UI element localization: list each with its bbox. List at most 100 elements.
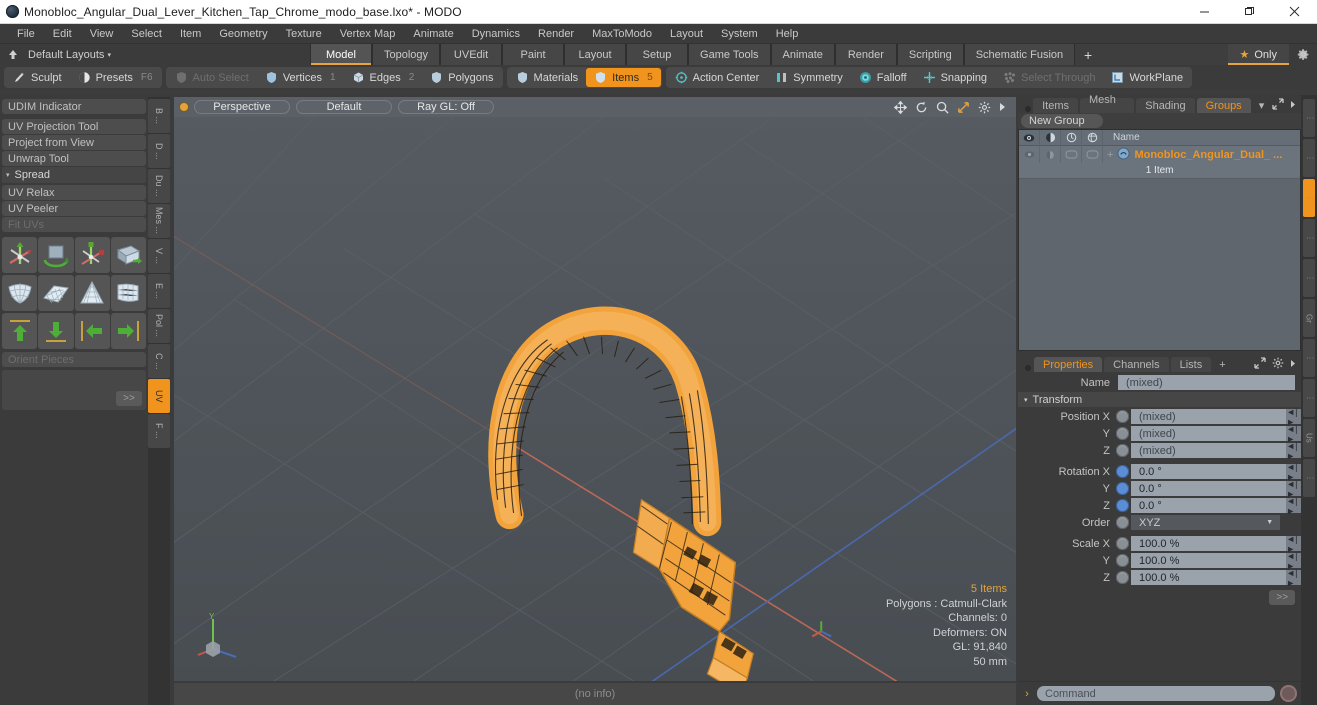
row-wire-toggle[interactable] bbox=[1082, 146, 1103, 163]
new-group-button[interactable]: New Group bbox=[1021, 114, 1103, 128]
sculpt-button[interactable]: Sculpt bbox=[5, 68, 70, 87]
fit-icon[interactable] bbox=[957, 101, 970, 114]
tool-orient-pieces[interactable]: Orient Pieces bbox=[2, 352, 146, 367]
scale-y-field[interactable]: 100.0 % bbox=[1131, 553, 1287, 568]
position-z-radio[interactable] bbox=[1116, 444, 1129, 457]
rotation-z-radio[interactable] bbox=[1116, 499, 1129, 512]
uv-scale-icon[interactable] bbox=[74, 237, 110, 273]
layout-settings-gear-icon[interactable] bbox=[1289, 44, 1317, 65]
tool-unwrap-tool[interactable]: Unwrap Tool bbox=[2, 151, 146, 166]
rotation-x-field[interactable]: 0.0 ° bbox=[1131, 464, 1287, 479]
properties-gear-icon[interactable] bbox=[1272, 357, 1284, 372]
tab-channels[interactable]: Channels bbox=[1104, 357, 1169, 372]
snapping-button[interactable]: Snapping bbox=[915, 68, 996, 87]
layout-selector[interactable]: Default Layouts ▾ bbox=[0, 44, 310, 65]
rotation-x-stepper[interactable]: ◄|► bbox=[1286, 462, 1302, 482]
group-spread[interactable]: ▾ Spread bbox=[2, 167, 146, 183]
uv-right-icon[interactable] bbox=[110, 313, 146, 349]
scale-z-field[interactable]: 100.0 % bbox=[1131, 570, 1287, 585]
vtab-mesh[interactable]: Mes ... bbox=[148, 204, 170, 238]
chevron-right-icon[interactable] bbox=[999, 102, 1007, 112]
viewport-style-button[interactable]: Default bbox=[296, 100, 392, 114]
scale-z-radio[interactable] bbox=[1116, 571, 1129, 584]
uv-quad-icon[interactable] bbox=[110, 275, 146, 311]
menu-item-system[interactable]: System bbox=[712, 24, 767, 44]
add-layout-button[interactable]: + bbox=[1075, 44, 1102, 65]
rotation-z-stepper[interactable]: ◄|► bbox=[1286, 496, 1302, 516]
wire-icon[interactable] bbox=[1082, 129, 1103, 146]
viewport-raygl-button[interactable]: Ray GL: Off bbox=[398, 100, 494, 114]
rotation-y-radio[interactable] bbox=[1116, 482, 1129, 495]
panel-chevron-right-icon[interactable] bbox=[1290, 100, 1297, 112]
action-center-button[interactable]: Action Center bbox=[667, 68, 768, 87]
menu-item-file[interactable]: File bbox=[8, 24, 44, 44]
rotation-y-field[interactable]: 0.0 ° bbox=[1131, 481, 1287, 496]
row-eye-icon[interactable] bbox=[1019, 146, 1040, 163]
tool-uv-relax[interactable]: UV Relax bbox=[2, 185, 146, 200]
name-field[interactable]: (mixed) bbox=[1118, 375, 1296, 390]
menu-item-layout[interactable]: Layout bbox=[661, 24, 712, 44]
layout-tab-render[interactable]: Render bbox=[834, 44, 897, 65]
item-list-empty-area[interactable] bbox=[1019, 178, 1301, 350]
layout-tab-model[interactable]: Model bbox=[310, 44, 372, 65]
tool-project-from-view[interactable]: Project from View bbox=[2, 135, 146, 150]
auto-select-button[interactable]: Auto Select bbox=[167, 68, 257, 87]
uv-up-icon[interactable] bbox=[2, 313, 38, 349]
vtab-command[interactable]: C ... bbox=[148, 344, 170, 378]
record-icon[interactable] bbox=[1280, 685, 1298, 702]
tabs-overflow-caret-icon[interactable]: ▾ bbox=[1253, 98, 1271, 113]
vtab-duplicate-b[interactable]: Du ... bbox=[148, 169, 170, 203]
rp-vtab-5[interactable]: ⋮ bbox=[1303, 259, 1316, 297]
tab-properties[interactable]: Properties bbox=[1034, 357, 1103, 372]
menu-item-item[interactable]: Item bbox=[171, 24, 210, 44]
menu-item-help[interactable]: Help bbox=[767, 24, 808, 44]
rp-vtab-3-active[interactable]: ⋮ bbox=[1303, 179, 1316, 217]
uv-grid-icon[interactable] bbox=[38, 275, 74, 311]
uv-left-icon[interactable] bbox=[74, 313, 110, 349]
rotation-x-radio[interactable] bbox=[1116, 465, 1129, 478]
rp-vtab-groups[interactable]: Gr bbox=[1303, 299, 1316, 337]
menu-item-vertex-map[interactable]: Vertex Map bbox=[331, 24, 405, 44]
position-x-radio[interactable] bbox=[1116, 410, 1129, 423]
position-z-field[interactable]: (mixed) bbox=[1131, 443, 1287, 458]
table-row[interactable]: + Monobloc_Angular_Dual_ ... bbox=[1019, 146, 1301, 163]
menu-item-render[interactable]: Render bbox=[529, 24, 583, 44]
uv-cone-icon[interactable] bbox=[74, 275, 110, 311]
order-dropdown[interactable]: XYZ ▼ bbox=[1131, 515, 1281, 530]
properties-menu-dot-icon[interactable] bbox=[1022, 364, 1034, 372]
position-x-field[interactable]: (mixed) bbox=[1131, 409, 1287, 424]
row-lock-toggle[interactable] bbox=[1061, 146, 1082, 163]
command-input[interactable]: Command bbox=[1037, 686, 1276, 701]
uv-fit-icon[interactable] bbox=[2, 275, 38, 311]
render-icon[interactable] bbox=[1040, 129, 1061, 146]
vtab-vertex[interactable]: V ... bbox=[148, 239, 170, 273]
symmetry-button[interactable]: Symmetry bbox=[767, 68, 851, 87]
close-icon[interactable] bbox=[1272, 0, 1317, 24]
position-y-field[interactable]: (mixed) bbox=[1131, 426, 1287, 441]
row-render-icon[interactable] bbox=[1040, 146, 1061, 163]
menu-item-texture[interactable]: Texture bbox=[277, 24, 331, 44]
properties-expand-icon[interactable] bbox=[1254, 357, 1266, 372]
vtab-polygon[interactable]: Pol ... bbox=[148, 309, 170, 343]
panel-menu-dot-icon[interactable] bbox=[1022, 105, 1033, 113]
scale-x-stepper[interactable]: ◄|► bbox=[1286, 534, 1302, 554]
uv-rotate-icon[interactable] bbox=[38, 237, 74, 273]
viewport-3d-canvas[interactable]: Y 5 Items Polygons : Catmull-Clark Chann… bbox=[174, 117, 1016, 681]
scale-x-field[interactable]: 100.0 % bbox=[1131, 536, 1287, 551]
layout-tab-animate[interactable]: Animate bbox=[770, 44, 835, 65]
transform-section-header[interactable]: ▾ Transform bbox=[1018, 392, 1302, 407]
position-x-stepper[interactable]: ◄|► bbox=[1286, 407, 1302, 427]
rp-vtab-2[interactable]: ⋮ bbox=[1303, 139, 1316, 177]
position-y-radio[interactable] bbox=[1116, 427, 1129, 440]
menu-item-select[interactable]: Select bbox=[122, 24, 171, 44]
order-radio[interactable] bbox=[1116, 516, 1129, 529]
tool-uv-peeler[interactable]: UV Peeler bbox=[2, 201, 146, 216]
tab-items[interactable]: Items bbox=[1033, 98, 1079, 113]
default-layouts-label[interactable]: Default Layouts ▾ bbox=[26, 49, 111, 61]
menu-item-animate[interactable]: Animate bbox=[404, 24, 462, 44]
falloff-button[interactable]: Falloff bbox=[851, 68, 915, 87]
presets-button[interactable]: Sculpt Presets F6 bbox=[70, 68, 161, 87]
move-icon[interactable] bbox=[894, 100, 907, 114]
layout-tab-game-tools[interactable]: Game Tools bbox=[688, 44, 771, 65]
minimize-icon[interactable] bbox=[1182, 0, 1227, 24]
